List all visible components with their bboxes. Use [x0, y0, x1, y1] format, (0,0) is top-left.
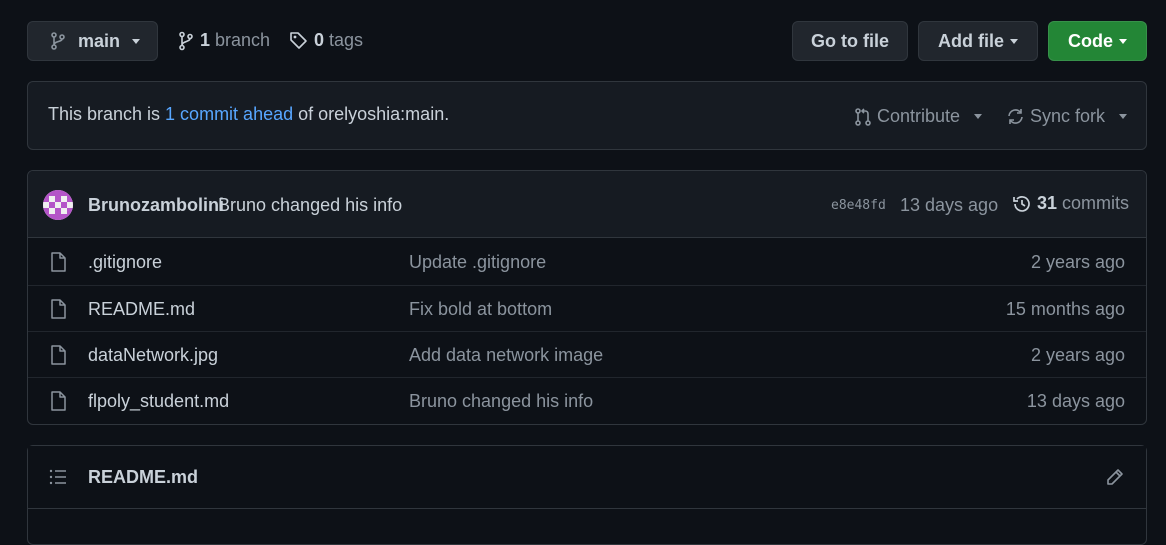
tag-count: 0: [314, 30, 325, 50]
file-icon: [50, 252, 66, 272]
git-pull-request-icon: [854, 107, 872, 127]
code-label: Code: [1068, 30, 1113, 51]
file-age: 2 years ago: [1030, 345, 1125, 365]
list-icon[interactable]: [49, 469, 67, 485]
file-browser: Brunozambolini Bruno changed his info e8…: [27, 170, 1147, 425]
contribute-button[interactable]: Contribute: [854, 106, 983, 127]
go-to-file-button[interactable]: Go to file: [792, 21, 908, 61]
sync-fork-label: Sync fork: [1030, 106, 1106, 126]
pencil-icon[interactable]: [1106, 468, 1124, 486]
commit-count: 31: [1037, 193, 1058, 213]
readme-header: README.md: [28, 446, 1146, 509]
sync-fork-button[interactable]: Sync fork: [1006, 106, 1128, 127]
commits-ahead-link[interactable]: 1 commit ahead: [165, 104, 293, 124]
commit-message[interactable]: Bruno changed his info: [218, 195, 402, 216]
commit-sha[interactable]: e8e48fd: [831, 198, 886, 213]
branch-name: main: [78, 30, 121, 51]
file-age: 13 days ago: [1026, 391, 1125, 411]
file-age: 2 years ago: [1030, 252, 1125, 272]
file-name[interactable]: dataNetwork.jpg: [88, 345, 218, 366]
file-name[interactable]: .gitignore: [88, 252, 162, 273]
go-to-file-label: Go to file: [811, 30, 889, 51]
branch-count: 1: [200, 30, 211, 50]
file-commit-message[interactable]: Fix bold at bottom: [409, 299, 552, 320]
file-row[interactable]: .gitignore Update .gitignore 2 years ago: [28, 239, 1146, 285]
file-age: 15 months ago: [1005, 299, 1125, 319]
file-name[interactable]: flpoly_student.md: [88, 391, 229, 412]
file-icon: [50, 391, 66, 411]
ahead-suffix: of orelyoshia:main.: [293, 104, 450, 124]
chevron-down-icon: [974, 114, 983, 119]
commits-history-link[interactable]: 31 commits: [1012, 193, 1129, 214]
branch-select-button[interactable]: main: [27, 21, 158, 61]
add-file-button[interactable]: Add file: [918, 21, 1038, 61]
git-branch-icon: [178, 31, 194, 51]
sync-icon: [1006, 107, 1025, 126]
file-row[interactable]: flpoly_student.md Bruno changed his info…: [28, 377, 1146, 423]
code-button[interactable]: Code: [1048, 21, 1147, 61]
tag-icon: [289, 31, 308, 50]
tags-link[interactable]: 0 tags: [289, 30, 363, 51]
chevron-down-icon: [1119, 114, 1128, 119]
file-commit-message[interactable]: Add data network image: [409, 345, 603, 366]
readme-title[interactable]: README.md: [88, 467, 198, 488]
readme-panel: README.md: [27, 445, 1147, 545]
file-icon: [50, 345, 66, 365]
branch-ahead-banner: This branch is 1 commit ahead of orelyos…: [27, 81, 1147, 150]
git-branch-icon: [50, 32, 66, 50]
chevron-down-icon: [1119, 38, 1127, 44]
branch-label: branch: [215, 30, 271, 50]
tag-label: tags: [329, 30, 364, 50]
commit-age: 13 days ago: [900, 195, 999, 215]
contribute-label: Contribute: [877, 106, 961, 126]
latest-commit-bar: Brunozambolini Bruno changed his info e8…: [28, 171, 1146, 238]
file-commit-message[interactable]: Bruno changed his info: [409, 391, 593, 412]
add-file-label: Add file: [938, 30, 1004, 51]
commit-author[interactable]: Brunozambolini: [88, 195, 224, 216]
file-row[interactable]: README.md Fix bold at bottom 15 months a…: [28, 285, 1146, 331]
file-name[interactable]: README.md: [88, 299, 195, 320]
file-commit-message[interactable]: Update .gitignore: [409, 252, 546, 273]
file-row[interactable]: dataNetwork.jpg Add data network image 2…: [28, 331, 1146, 377]
commits-label: commits: [1062, 193, 1130, 213]
ahead-message: This branch is 1 commit ahead of orelyos…: [48, 104, 449, 125]
avatar[interactable]: [43, 190, 73, 220]
branches-link[interactable]: 1 branch: [178, 30, 270, 51]
history-icon: [1012, 194, 1032, 214]
chevron-down-icon: [1010, 38, 1018, 44]
file-icon: [50, 299, 66, 319]
chevron-down-icon: [132, 38, 141, 44]
ahead-prefix: This branch is: [48, 104, 166, 124]
